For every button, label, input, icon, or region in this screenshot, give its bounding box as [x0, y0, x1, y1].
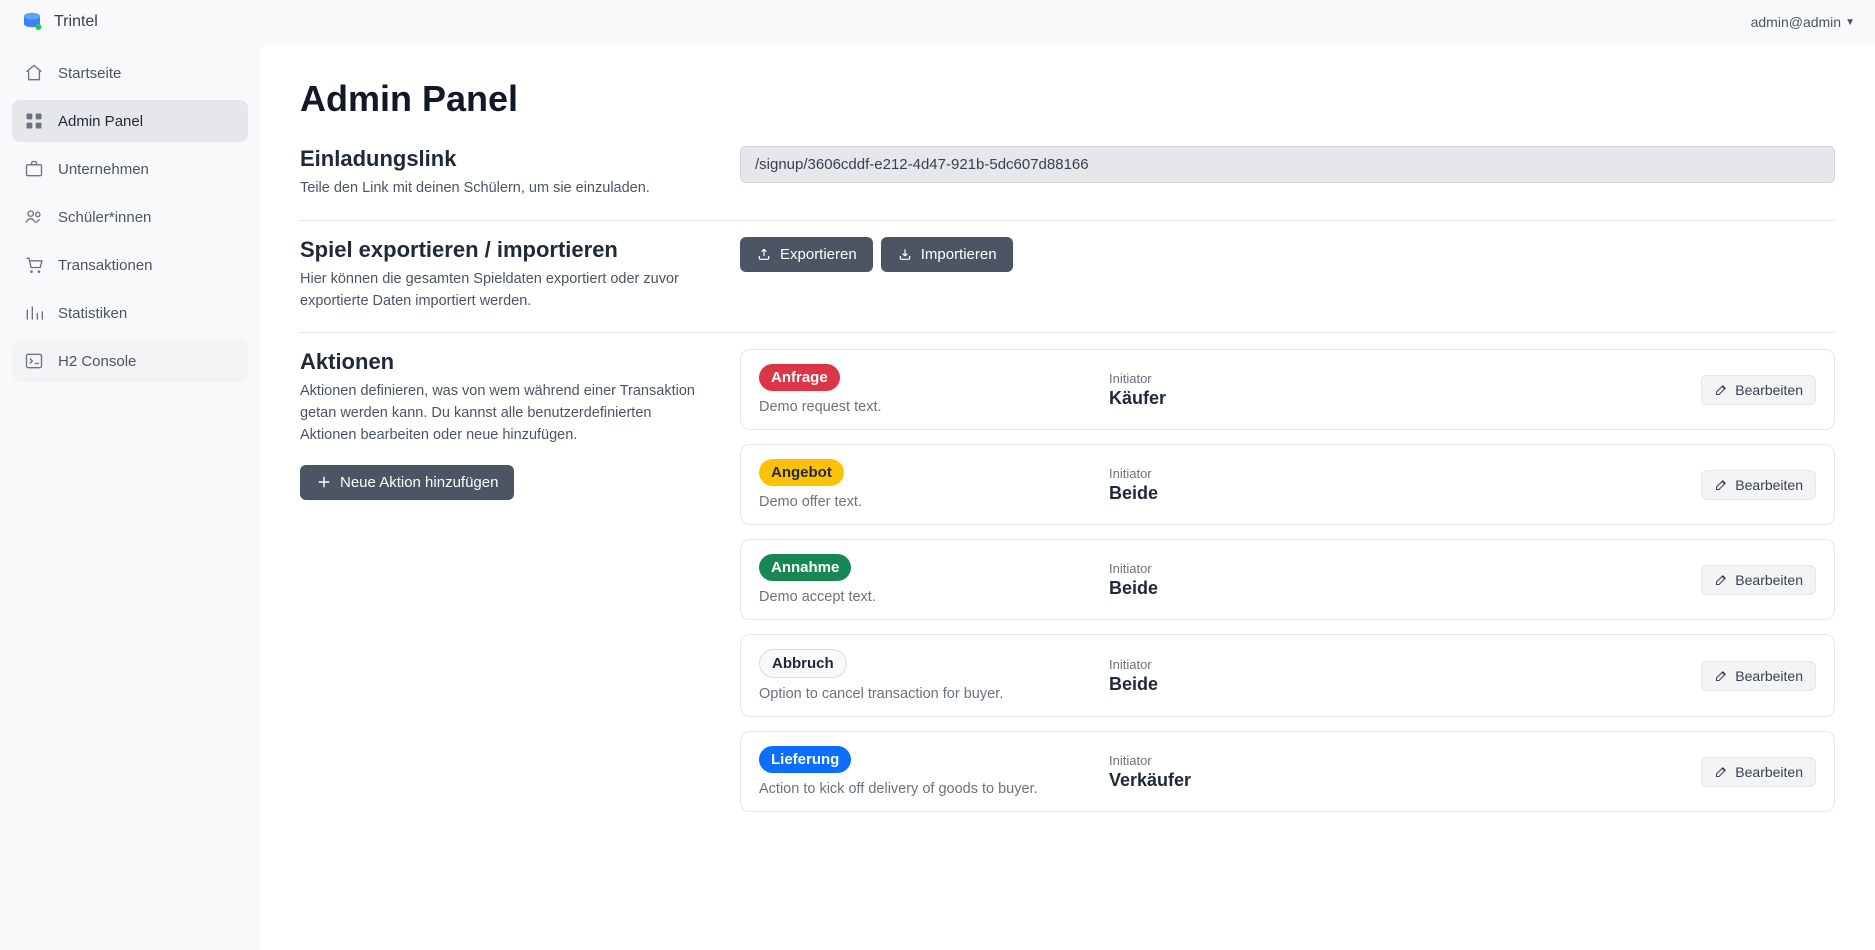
action-badge: Lieferung [759, 746, 851, 773]
actions-title: Aktionen [300, 349, 700, 375]
sidebar-item-label: H2 Console [58, 353, 136, 370]
edit-action-button[interactable]: Bearbeiten [1701, 661, 1816, 691]
edit-icon [1714, 764, 1729, 779]
cart-icon [24, 255, 44, 275]
edit-label: Bearbeiten [1735, 764, 1803, 780]
sidebar-item-label: Startseite [58, 65, 121, 82]
briefcase-icon [24, 159, 44, 179]
sidebar-item-label: Unternehmen [58, 161, 149, 178]
initiator-label: Initiator [1109, 561, 1681, 576]
export-button[interactable]: Exportieren [740, 237, 873, 272]
invite-desc: Teile den Link mit deinen Schülern, um s… [300, 178, 700, 200]
database-icon [20, 10, 44, 34]
action-card: Lieferung Action to kick off delivery of … [740, 731, 1835, 812]
sidebar: Startseite Admin Panel Unternehmen Schüler*… [0, 44, 260, 950]
user-email: admin@admin [1751, 14, 1841, 30]
action-text: Demo offer text. [759, 494, 1089, 510]
sidebar-item-label: Schüler*innen [58, 209, 151, 226]
invite-title: Einladungslink [300, 146, 700, 172]
edit-action-button[interactable]: Bearbeiten [1701, 470, 1816, 500]
initiator-value: Beide [1109, 483, 1681, 504]
edit-label: Bearbeiten [1735, 572, 1803, 588]
sidebar-item-admin-panel[interactable]: Admin Panel [12, 100, 248, 142]
initiator-value: Beide [1109, 578, 1681, 599]
page-title: Admin Panel [300, 78, 1835, 120]
initiator-value: Käufer [1109, 388, 1681, 409]
sidebar-item-sch-ler-innen[interactable]: Schüler*innen [12, 196, 248, 238]
sidebar-item-label: Transaktionen [58, 257, 153, 274]
action-text: Action to kick off delivery of goods to … [759, 781, 1089, 797]
export-button-label: Exportieren [780, 246, 857, 263]
action-card: Anfrage Demo request text. Initiator Käufer… [740, 349, 1835, 430]
bars-icon [24, 303, 44, 323]
edit-icon [1714, 668, 1729, 683]
sidebar-item-statistiken[interactable]: Statistiken [12, 292, 248, 334]
actions-desc: Aktionen definieren, was von wem während… [300, 381, 700, 446]
action-card: Angebot Demo offer text. Initiator Beide Bea… [740, 444, 1835, 525]
upload-icon [756, 246, 772, 262]
edit-icon [1714, 572, 1729, 587]
plus-icon [316, 474, 332, 490]
terminal-icon [24, 351, 44, 371]
initiator-label: Initiator [1109, 753, 1681, 768]
initiator-value: Verkäufer [1109, 770, 1681, 791]
download-icon [897, 246, 913, 262]
add-action-label: Neue Aktion hinzufügen [340, 474, 498, 491]
brand[interactable]: Trintel [20, 10, 98, 34]
grid-icon [24, 111, 44, 131]
initiator-label: Initiator [1109, 371, 1681, 386]
sidebar-item-label: Admin Panel [58, 113, 143, 130]
edit-label: Bearbeiten [1735, 477, 1803, 493]
action-badge: Angebot [759, 459, 844, 486]
sidebar-item-label: Statistiken [58, 305, 127, 322]
import-button[interactable]: Importieren [881, 237, 1013, 272]
sidebar-item-h2-console[interactable]: H2 Console [12, 340, 248, 382]
edit-action-button[interactable]: Bearbeiten [1701, 757, 1816, 787]
import-button-label: Importieren [921, 246, 997, 263]
action-card: Annahme Demo accept text. Initiator Beide Be… [740, 539, 1835, 620]
export-desc: Hier können die gesamten Spieldaten expo… [300, 269, 700, 313]
export-title: Spiel exportieren / importieren [300, 237, 700, 263]
invite-link-input[interactable] [740, 146, 1835, 183]
action-text: Option to cancel transaction for buyer. [759, 686, 1089, 702]
action-text: Demo request text. [759, 399, 1089, 415]
edit-action-button[interactable]: Bearbeiten [1701, 375, 1816, 405]
edit-label: Bearbeiten [1735, 382, 1803, 398]
edit-action-button[interactable]: Bearbeiten [1701, 565, 1816, 595]
home-icon [24, 63, 44, 83]
brand-name: Trintel [54, 13, 98, 31]
sidebar-item-unternehmen[interactable]: Unternehmen [12, 148, 248, 190]
initiator-label: Initiator [1109, 657, 1681, 672]
action-text: Demo accept text. [759, 589, 1089, 605]
edit-label: Bearbeiten [1735, 668, 1803, 684]
edit-icon [1714, 382, 1729, 397]
edit-icon [1714, 477, 1729, 492]
sidebar-item-transaktionen[interactable]: Transaktionen [12, 244, 248, 286]
sidebar-item-startseite[interactable]: Startseite [12, 52, 248, 94]
initiator-label: Initiator [1109, 466, 1681, 481]
users-icon [24, 207, 44, 227]
action-badge: Annahme [759, 554, 851, 581]
action-card: Abbruch Option to cancel transaction for … [740, 634, 1835, 717]
action-badge: Abbruch [759, 649, 847, 678]
add-action-button[interactable]: Neue Aktion hinzufügen [300, 465, 514, 500]
chevron-down-icon: ▼ [1845, 17, 1855, 28]
user-menu[interactable]: admin@admin ▼ [1751, 14, 1855, 30]
initiator-value: Beide [1109, 674, 1681, 695]
action-badge: Anfrage [759, 364, 840, 391]
